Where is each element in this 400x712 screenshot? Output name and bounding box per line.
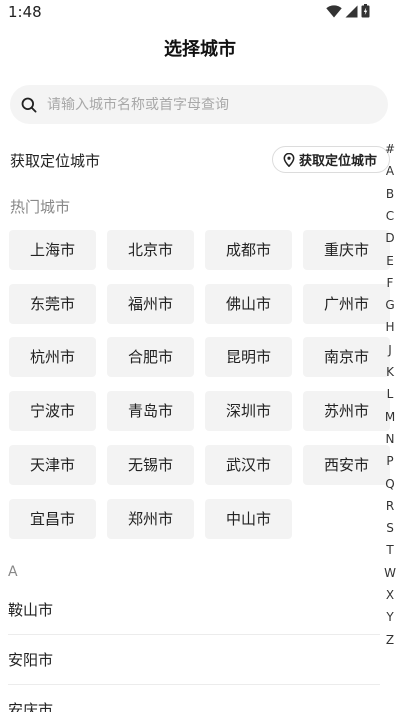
hot-city-button[interactable]: 重庆市 bbox=[303, 230, 390, 270]
index-letter[interactable]: L bbox=[382, 383, 398, 405]
index-letter[interactable]: # bbox=[382, 138, 398, 160]
index-letter[interactable]: Q bbox=[382, 473, 398, 495]
hot-city-button[interactable]: 佛山市 bbox=[205, 283, 292, 324]
hot-city-button[interactable]: 东莞市 bbox=[9, 283, 96, 324]
index-letter[interactable]: J bbox=[382, 339, 398, 361]
hot-city-button[interactable]: 西安市 bbox=[303, 444, 390, 485]
hot-city-button[interactable]: 广州市 bbox=[303, 283, 390, 324]
hot-city-button[interactable]: 杭州市 bbox=[9, 337, 96, 378]
city-list-item-label: 鞍山市 bbox=[8, 601, 54, 619]
hot-city-button[interactable]: 宜昌市 bbox=[9, 498, 96, 539]
hot-city-button[interactable]: 深圳市 bbox=[205, 391, 292, 432]
hot-city-button[interactable]: 南京市 bbox=[303, 337, 390, 378]
index-letter[interactable]: T bbox=[382, 539, 398, 561]
hot-city-button[interactable]: 成都市 bbox=[205, 230, 292, 270]
index-letter[interactable]: B bbox=[382, 183, 398, 205]
location-label: 获取定位城市 bbox=[10, 152, 101, 170]
index-letter[interactable]: E bbox=[382, 250, 398, 272]
index-letter[interactable]: F bbox=[382, 272, 398, 294]
hot-city-button[interactable]: 苏州市 bbox=[303, 391, 390, 432]
hot-cities-heading: 热门城市 bbox=[10, 198, 71, 216]
search-box[interactable] bbox=[10, 85, 388, 124]
title-bar: 选择城市 bbox=[0, 36, 400, 64]
page-title: 选择城市 bbox=[164, 39, 236, 60]
hot-city-button[interactable]: 中山市 bbox=[205, 498, 292, 539]
city-list-item[interactable]: 安庆市 bbox=[0, 685, 380, 712]
index-letter[interactable]: D bbox=[382, 227, 398, 249]
city-list-item[interactable]: 鞍山市 bbox=[0, 585, 380, 635]
city-list-item-label: 安阳市 bbox=[8, 651, 54, 669]
index-letter[interactable]: S bbox=[382, 517, 398, 539]
group-letter: A bbox=[8, 564, 18, 580]
index-letter[interactable]: A bbox=[382, 160, 398, 182]
hot-city-button[interactable]: 无锡市 bbox=[107, 444, 194, 485]
index-letter[interactable]: P bbox=[382, 450, 398, 472]
hot-city-button[interactable]: 福州市 bbox=[107, 283, 194, 324]
hot-city-button[interactable]: 天津市 bbox=[9, 444, 96, 485]
status-time: 1:48 bbox=[8, 3, 42, 21]
search-icon bbox=[21, 97, 37, 113]
index-letter[interactable]: W bbox=[382, 562, 398, 584]
city-list-item[interactable]: 安阳市 bbox=[0, 635, 380, 685]
index-letter[interactable]: M bbox=[382, 406, 398, 428]
index-letter[interactable]: X bbox=[382, 584, 398, 606]
index-letter[interactable]: Y bbox=[382, 606, 398, 628]
index-letter[interactable]: C bbox=[382, 205, 398, 227]
wifi-icon bbox=[326, 4, 342, 17]
cell-signal-icon bbox=[345, 5, 358, 17]
location-row: 获取定位城市 获取定位城市 bbox=[10, 146, 390, 174]
index-letter[interactable]: Z bbox=[382, 629, 398, 651]
hot-city-button[interactable]: 上海市 bbox=[9, 230, 96, 270]
hot-city-button[interactable]: 昆明市 bbox=[205, 337, 292, 378]
status-icons bbox=[326, 4, 370, 18]
hot-city-button[interactable]: 北京市 bbox=[107, 230, 194, 270]
index-letter[interactable]: G bbox=[382, 294, 398, 316]
index-letter[interactable]: K bbox=[382, 361, 398, 383]
hot-city-button[interactable]: 宁波市 bbox=[9, 391, 96, 432]
city-list-item-label: 安庆市 bbox=[8, 701, 54, 712]
hot-city-button[interactable]: 青岛市 bbox=[107, 391, 194, 432]
battery-icon bbox=[361, 4, 370, 18]
hot-city-button[interactable]: 武汉市 bbox=[205, 444, 292, 485]
index-letter[interactable]: H bbox=[382, 316, 398, 338]
search-input[interactable] bbox=[47, 96, 367, 113]
index-letter[interactable]: R bbox=[382, 495, 398, 517]
status-bar: 1:48 bbox=[0, 0, 400, 26]
get-location-button-label: 获取定位城市 bbox=[298, 154, 377, 169]
index-letter[interactable]: N bbox=[382, 428, 398, 450]
location-pin-icon bbox=[283, 152, 295, 167]
hot-city-button[interactable]: 合肥市 bbox=[107, 337, 194, 378]
hot-city-button[interactable]: 郑州市 bbox=[107, 498, 194, 539]
get-location-button[interactable]: 获取定位城市 bbox=[271, 146, 390, 173]
